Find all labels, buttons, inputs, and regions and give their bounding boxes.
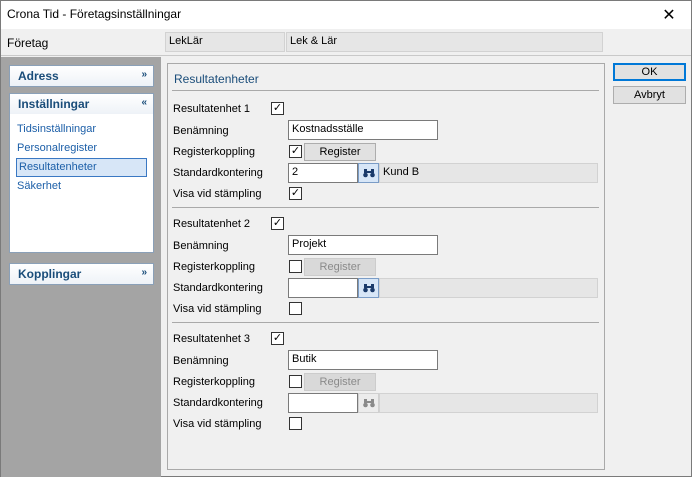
sidebar: Adress » Inställningar « Tidsinställning… <box>1 57 161 477</box>
binoculars-icon[interactable] <box>358 278 379 298</box>
sidebar-group-header[interactable]: Adress » <box>10 66 153 86</box>
divider <box>172 90 599 91</box>
naming-label: Benämning <box>173 125 229 137</box>
account-input[interactable] <box>288 393 358 413</box>
unit-enabled-checkbox[interactable]: ✓ <box>271 332 284 345</box>
sidebar-group-installningar: Inställningar « Tidsinställningar Person… <box>9 93 154 253</box>
company-bar: Företag LekLär Lek & Lär <box>1 29 691 56</box>
unit-title: Resultatenhet 2 <box>173 218 251 230</box>
show-on-punch-label: Visa vid stämpling <box>173 188 262 200</box>
naming-label: Benämning <box>173 240 229 252</box>
unit-enabled-checkbox[interactable]: ✓ <box>271 102 284 115</box>
chevron-down-icon[interactable]: » <box>141 267 147 278</box>
show-on-punch-label: Visa vid stämpling <box>173 418 262 430</box>
unit-title: Resultatenhet 3 <box>173 333 251 345</box>
register-link-checkbox[interactable]: ✓ <box>289 145 302 158</box>
sidebar-item-personalregister[interactable]: Personalregister <box>10 139 153 158</box>
naming-input[interactable]: Projekt <box>288 235 438 255</box>
account-name-display: Kund B <box>379 163 598 183</box>
divider <box>172 322 599 323</box>
account-input[interactable] <box>288 278 358 298</box>
company-name-field: Lek & Lär <box>286 32 603 52</box>
unit-title: Resultatenhet 1 <box>173 103 251 115</box>
sidebar-group-kopplingar[interactable]: Kopplingar » <box>9 263 154 285</box>
chevron-down-icon[interactable]: » <box>141 69 147 80</box>
register-link-label: Registerkoppling <box>173 146 255 158</box>
title-bar: Crona Tid - Företagsinställningar ✕ <box>1 1 691 29</box>
show-on-punch-label: Visa vid stämpling <box>173 303 262 315</box>
unit-enabled-checkbox[interactable]: ✓ <box>271 217 284 230</box>
sidebar-group-label: Inställningar <box>18 97 90 111</box>
result-units-panel: Resultatenheter Resultatenhet 1 ✓ Benämn… <box>167 63 605 470</box>
divider <box>172 207 599 208</box>
result-unit-section-1: Resultatenhet 1 ✓ Benämning Kostnadsstäl… <box>168 98 604 208</box>
chevron-up-icon[interactable]: « <box>141 97 147 108</box>
register-link-checkbox[interactable] <box>289 375 302 388</box>
company-label: Företag <box>7 36 49 50</box>
page-title: Resultatenheter <box>174 72 259 86</box>
default-account-label: Standardkontering <box>173 167 263 179</box>
account-name-display <box>379 393 598 413</box>
register-button[interactable]: Register <box>304 258 376 276</box>
sidebar-item-tidsinstallningar[interactable]: Tidsinställningar <box>10 120 153 139</box>
sidebar-group-header[interactable]: Inställningar « <box>10 94 153 114</box>
result-unit-section-2: Resultatenhet 2 ✓ Benämning Projekt Regi… <box>168 213 604 323</box>
binoculars-icon[interactable] <box>358 393 379 413</box>
naming-label: Benämning <box>173 355 229 367</box>
close-icon[interactable]: ✕ <box>647 1 691 29</box>
register-link-label: Registerkoppling <box>173 261 255 273</box>
binoculars-icon[interactable] <box>358 163 379 183</box>
account-name-display <box>379 278 598 298</box>
cancel-button[interactable]: Avbryt <box>613 86 686 104</box>
sidebar-group-label: Adress <box>18 69 59 83</box>
settings-window: Crona Tid - Företagsinställningar ✕ Före… <box>0 0 692 477</box>
sidebar-group-adress[interactable]: Adress » <box>9 65 154 87</box>
show-on-punch-checkbox[interactable] <box>289 417 302 430</box>
sidebar-item-sakerhet[interactable]: Säkerhet <box>10 177 153 196</box>
register-button[interactable]: Register <box>304 373 376 391</box>
register-link-checkbox[interactable] <box>289 260 302 273</box>
ok-button[interactable]: OK <box>613 63 686 81</box>
default-account-label: Standardkontering <box>173 397 263 409</box>
default-account-label: Standardkontering <box>173 282 263 294</box>
naming-input[interactable]: Butik <box>288 350 438 370</box>
window-title: Crona Tid - Företagsinställningar <box>7 7 182 21</box>
sidebar-item-resultatenheter[interactable]: Resultatenheter <box>16 158 147 177</box>
sidebar-group-header[interactable]: Kopplingar » <box>10 264 153 284</box>
company-code-field: LekLär <box>165 32 285 52</box>
show-on-punch-checkbox[interactable]: ✓ <box>289 187 302 200</box>
naming-input[interactable]: Kostnadsställe <box>288 120 438 140</box>
register-link-label: Registerkoppling <box>173 376 255 388</box>
result-unit-section-3: Resultatenhet 3 ✓ Benämning Butik Regist… <box>168 328 604 438</box>
register-button[interactable]: Register <box>304 143 376 161</box>
sidebar-group-label: Kopplingar <box>18 267 82 281</box>
show-on-punch-checkbox[interactable] <box>289 302 302 315</box>
account-input[interactable]: 2 <box>288 163 358 183</box>
